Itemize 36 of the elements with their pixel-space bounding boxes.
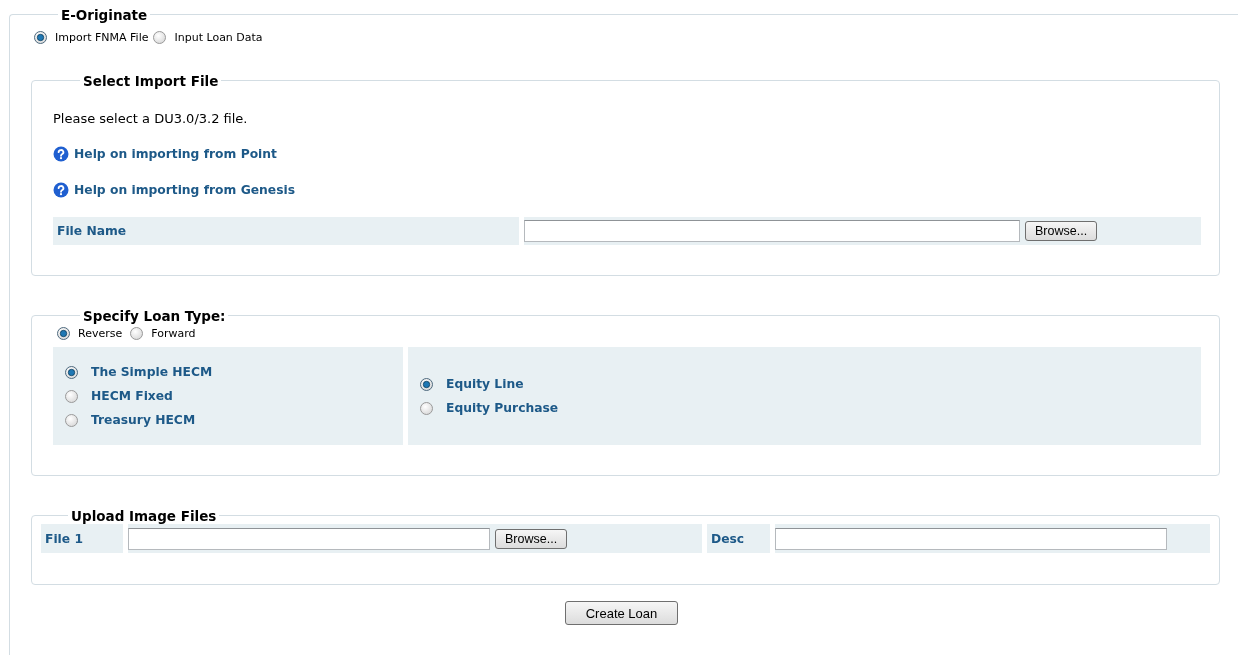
radio-button[interactable] xyxy=(420,377,433,391)
help-link[interactable]: Help on importing from Genesis xyxy=(53,182,296,198)
radio-label: HECM Fixed xyxy=(91,389,173,403)
radio-label: Input Loan Data xyxy=(174,31,263,44)
help-icon xyxy=(53,146,69,162)
radio-label: Equity Line xyxy=(446,377,524,391)
field-label: File Name xyxy=(57,224,127,238)
instruction-text: Please select a DU3.0/3.2 file. xyxy=(53,111,249,126)
radio-label: Reverse xyxy=(78,327,123,340)
help-link[interactable]: Help on importing from Point xyxy=(53,146,277,162)
radio-button[interactable] xyxy=(34,31,47,44)
file-field[interactable] xyxy=(128,527,490,550)
radio-button[interactable] xyxy=(130,327,144,340)
radio-button[interactable] xyxy=(153,31,167,44)
radio-label: Import FNMA File xyxy=(55,31,149,44)
section-title: E-Originate xyxy=(61,7,148,23)
panel-title: Specify Loan Type: xyxy=(83,308,226,324)
radio-button[interactable] xyxy=(65,365,78,379)
radio-button[interactable] xyxy=(57,327,70,340)
field-label: Desc xyxy=(711,531,745,546)
help-icon xyxy=(53,182,69,198)
browse-button[interactable]: Browse... xyxy=(1025,221,1098,241)
create-loan-button[interactable]: Create Loan xyxy=(564,601,679,625)
browse-button[interactable]: Browse... xyxy=(495,528,568,549)
radio-label: The Simple HECM xyxy=(91,365,213,379)
file-name-field[interactable] xyxy=(524,220,1020,242)
radio-label: Forward xyxy=(151,327,196,340)
radio-label: Treasury HECM xyxy=(91,413,196,427)
panel-title: Upload Image Files xyxy=(71,508,217,524)
radio-label: Equity Purchase xyxy=(446,401,559,415)
field-label: File 1 xyxy=(45,531,83,546)
radio-button[interactable] xyxy=(420,401,433,415)
panel-title: Select Import File xyxy=(83,73,219,89)
description-field[interactable] xyxy=(775,527,1167,550)
radio-button[interactable] xyxy=(65,389,78,403)
radio-button[interactable] xyxy=(65,413,78,427)
